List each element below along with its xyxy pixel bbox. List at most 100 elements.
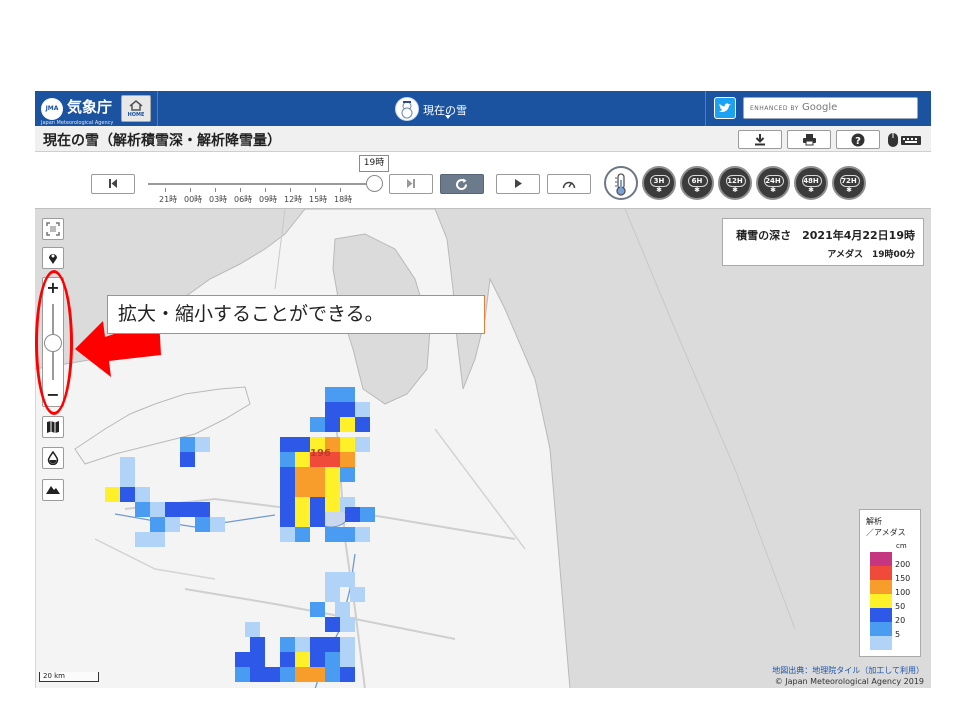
grid-cell xyxy=(325,417,340,432)
grid-cell xyxy=(345,507,360,522)
page-title: 現在の雪（解析積雪深・解析降雪量） xyxy=(43,133,281,149)
bar-divider xyxy=(705,91,706,126)
home-button[interactable]: HOME xyxy=(121,95,151,122)
snow-depth-legend: 解析 ／アメダス cm 200 150 100 50 20 5 xyxy=(859,509,921,657)
grid-cell xyxy=(340,437,355,452)
snow-depth-mode-button[interactable] xyxy=(604,166,638,200)
grid-cell xyxy=(195,502,210,517)
grid-cell xyxy=(310,602,325,617)
grid-cell xyxy=(355,527,370,542)
mouse-keyboard-help[interactable] xyxy=(887,132,923,148)
zoom-highlight-ellipse xyxy=(35,270,73,415)
legend-title-line: ／アメダス xyxy=(866,528,906,537)
map-credit-link[interactable]: 地図出典：地理院タイル（加工して利用） xyxy=(772,665,924,676)
help-button[interactable]: ? xyxy=(836,130,880,149)
grid-cell xyxy=(340,467,355,482)
map-base-terrain xyxy=(35,209,796,688)
timeline-label: 09時 xyxy=(259,195,278,204)
speedometer-icon xyxy=(562,181,576,189)
grid-cell xyxy=(265,667,280,682)
period-label: 48H xyxy=(803,177,819,185)
grid-cell xyxy=(235,652,250,667)
jump-to-start-button[interactable] xyxy=(91,174,135,194)
grid-cell xyxy=(355,402,370,417)
jump-to-latest-button[interactable] xyxy=(389,174,433,194)
grid-cell xyxy=(295,637,310,652)
snowfall-48h-button[interactable]: 48H ✱ xyxy=(794,166,828,200)
current-time-badge: 19時 xyxy=(359,155,389,172)
legend-swatch xyxy=(870,566,892,580)
snowfall-12h-button[interactable]: 12H ✱ xyxy=(718,166,752,200)
grid-cell xyxy=(335,602,350,617)
grid-cell xyxy=(310,467,325,482)
snowfall-24h-button[interactable]: 24H ✱ xyxy=(756,166,790,200)
grid-cell xyxy=(310,417,325,432)
snow-depth-map[interactable]: 196 + − 拡大・縮小することができる。 積雪の深さ 2021年4月22日1… xyxy=(35,208,931,688)
grid-cell xyxy=(120,457,135,472)
print-button[interactable] xyxy=(787,130,831,149)
location-pin-icon xyxy=(49,254,57,264)
grid-cell xyxy=(340,572,355,587)
grid-cell xyxy=(325,617,340,632)
grid-cell xyxy=(135,487,150,502)
grid-cell xyxy=(280,467,295,482)
map-layer-button[interactable] xyxy=(42,416,64,438)
grid-cell xyxy=(295,452,310,467)
grid-cell xyxy=(360,507,375,522)
snowfall-6h-button[interactable]: 6H ✱ xyxy=(680,166,714,200)
fullscreen-button[interactable] xyxy=(42,218,64,240)
legend-swatch xyxy=(870,608,892,622)
terrain-layer-button[interactable] xyxy=(42,479,64,501)
download-icon xyxy=(755,134,765,146)
grid-cell xyxy=(340,637,355,652)
timeline-track[interactable] xyxy=(148,183,376,185)
grid-cell xyxy=(340,667,355,682)
grid-cell xyxy=(310,512,325,527)
grid-cell xyxy=(250,637,265,652)
map-scale-bar: 20 km xyxy=(39,672,99,682)
map-copyright: © Japan Meteorological Agency 2019 xyxy=(774,677,924,686)
location-button[interactable] xyxy=(42,247,64,269)
grid-cell xyxy=(280,527,295,542)
grid-cell xyxy=(340,387,355,402)
timeline-labels: 21時 00時 03時 06時 09時 12時 15時 18時 xyxy=(150,194,390,206)
grid-cell xyxy=(280,497,295,512)
grid-cell xyxy=(340,617,355,632)
logo-text-jp: 気象庁 xyxy=(67,98,113,116)
timeline-label: 00時 xyxy=(184,195,203,204)
legend-swatch xyxy=(870,580,892,594)
grid-cell xyxy=(350,587,365,602)
grid-cell xyxy=(135,532,150,547)
jma-logo[interactable]: JMA 気象庁 Japan Meteorological Agency xyxy=(41,96,121,126)
refresh-button[interactable] xyxy=(440,174,484,194)
timeline-slider-handle[interactable] xyxy=(366,175,383,192)
download-button[interactable] xyxy=(738,130,782,149)
legend-label: 50 xyxy=(895,602,906,611)
grid-cell xyxy=(280,667,295,682)
map-info-panel: 積雪の深さ 2021年4月22日19時 アメダス 19時00分 xyxy=(722,218,924,266)
grid-cell xyxy=(180,437,195,452)
legend-label: 100 xyxy=(895,588,911,597)
grid-cell xyxy=(280,512,295,527)
snowfall-72h-button[interactable]: 72H ✱ xyxy=(832,166,866,200)
grid-cell xyxy=(280,452,295,467)
grid-cell xyxy=(150,502,165,517)
snowflake-icon: ✱ xyxy=(846,186,852,194)
grid-cell xyxy=(325,482,340,497)
snowfall-3h-button[interactable]: 3H ✱ xyxy=(642,166,676,200)
grid-cell xyxy=(150,532,165,547)
grid-cell xyxy=(135,502,150,517)
site-search-input[interactable]: ENHANCED BY Google xyxy=(743,97,918,119)
annotation-callout: 拡大・縮小することができる。 xyxy=(107,295,485,334)
grid-cell xyxy=(195,437,210,452)
water-layer-button[interactable] xyxy=(42,447,64,469)
snowflake-icon: ✱ xyxy=(808,186,814,194)
grid-cell xyxy=(295,527,310,542)
twitter-icon[interactable] xyxy=(714,97,736,119)
play-button[interactable] xyxy=(496,174,540,194)
grid-cell xyxy=(195,517,210,532)
map-icon xyxy=(47,421,59,433)
speed-button[interactable] xyxy=(547,174,591,194)
grid-cell xyxy=(295,497,310,512)
grid-cell xyxy=(150,517,165,532)
